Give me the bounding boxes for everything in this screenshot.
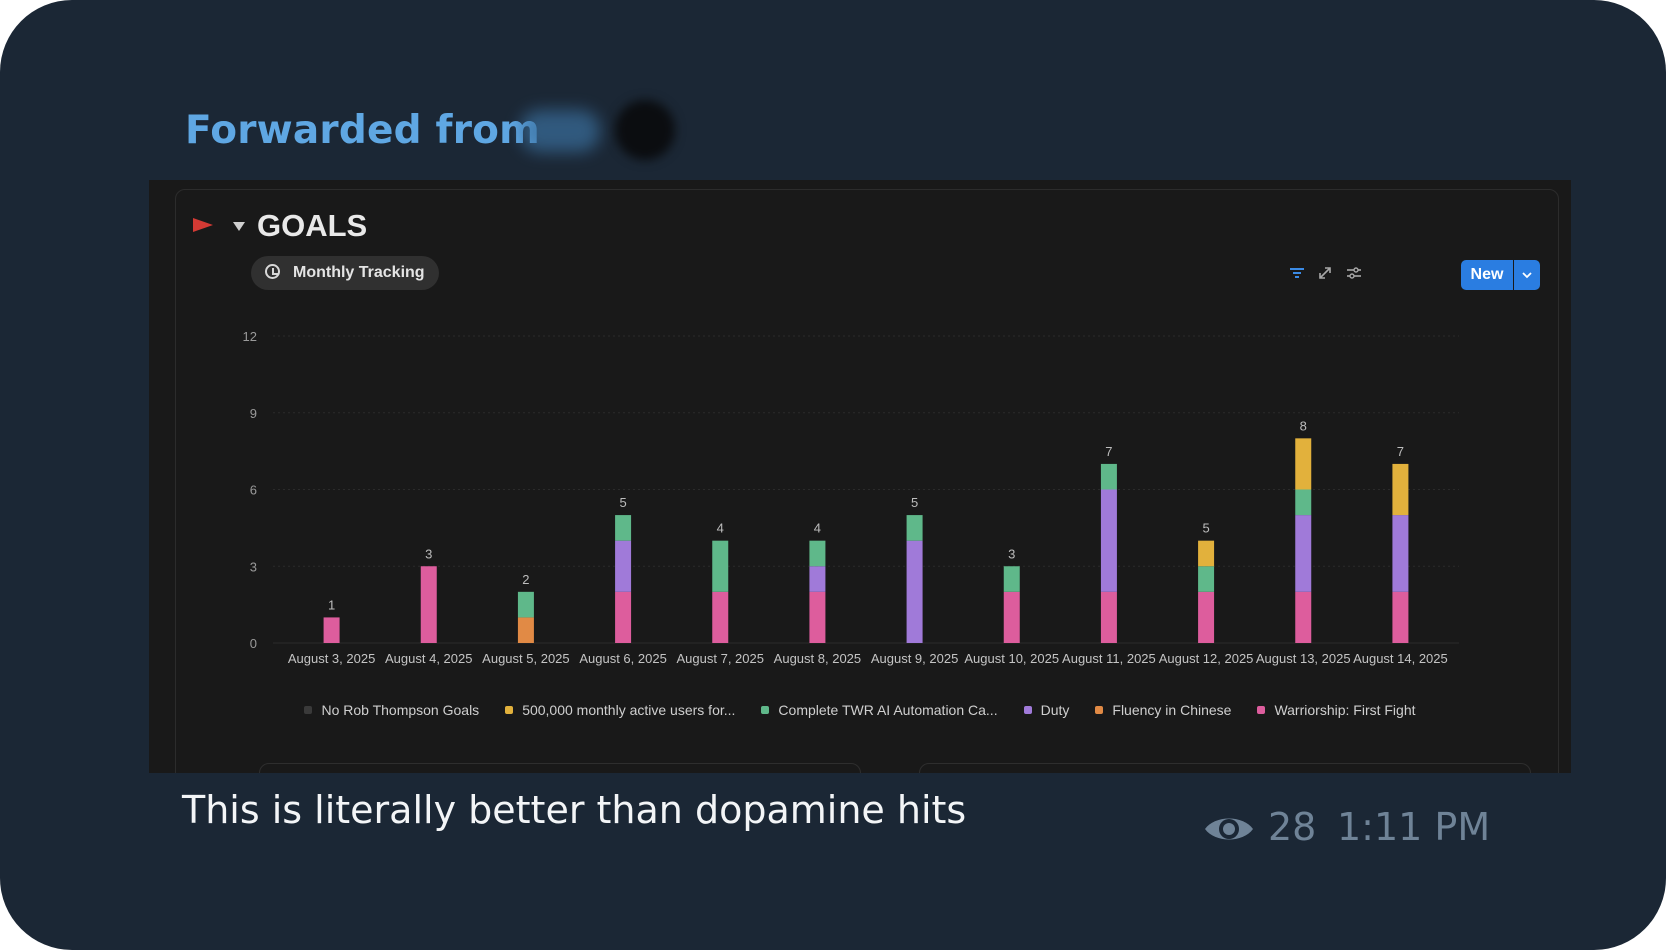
bar-segment	[809, 540, 826, 567]
avatar[interactable]	[615, 100, 675, 160]
legend-swatch	[1257, 706, 1266, 714]
forwarded-label: Forwarded from	[185, 108, 540, 153]
bar-total-label: 3	[1008, 546, 1015, 561]
bar-segment	[1100, 463, 1117, 490]
y-tick-label: 12	[243, 329, 257, 344]
bar-segment	[1003, 566, 1020, 592]
y-tick-label: 3	[250, 559, 257, 574]
legend-label: Duty	[1040, 702, 1070, 718]
card-placeholder	[919, 763, 1531, 773]
bar-total-label: 7	[1397, 444, 1404, 459]
legend-swatch	[1095, 706, 1104, 714]
card-placeholder	[259, 763, 861, 773]
bar-segment	[1198, 540, 1215, 567]
y-tick-label: 9	[250, 406, 257, 421]
y-tick-label: 0	[250, 636, 257, 651]
legend-swatch	[1023, 706, 1032, 714]
x-tick-label: August 14, 2025	[1353, 651, 1448, 666]
bar-segment	[1392, 463, 1409, 516]
x-tick-label: August 11, 2025	[1062, 651, 1156, 666]
bar-total-label: 5	[1202, 521, 1209, 536]
legend-item: No Rob Thompson Goals	[304, 702, 479, 718]
bar-total-label: 8	[1300, 418, 1307, 433]
message-caption: This is literally better than dopamine h…	[182, 788, 967, 832]
legend-label: Complete TWR AI Automation Ca...	[778, 702, 998, 718]
bar-segment	[615, 515, 632, 541]
bar-segment	[615, 540, 632, 592]
bar-segment	[1295, 438, 1312, 490]
bar-segment	[906, 540, 923, 643]
bar-segment	[1295, 515, 1312, 592]
x-tick-label: August 12, 2025	[1159, 651, 1254, 666]
bar-segment	[712, 540, 729, 592]
legend-item: Fluency in Chinese	[1095, 702, 1231, 718]
bar-segment	[1295, 489, 1312, 516]
y-tick-label: 6	[250, 483, 257, 498]
legend-label: 500,000 monthly active users for...	[522, 702, 736, 718]
bar-segment	[712, 591, 729, 643]
chart-legend: No Rob Thompson Goals 500,000 monthly act…	[149, 700, 1571, 719]
legend-item: Warriorship: First Fight	[1257, 702, 1416, 718]
legend-item: Complete TWR AI Automation Ca...	[761, 702, 998, 718]
legend-label: Warriorship: First Fight	[1274, 702, 1416, 718]
bar-segment	[1100, 489, 1117, 592]
legend-label: Fluency in Chinese	[1112, 702, 1232, 718]
legend-swatch	[304, 706, 313, 714]
view-count: 28	[1268, 805, 1317, 849]
legend-item: Duty	[1023, 702, 1070, 718]
legend-swatch	[761, 706, 770, 714]
x-tick-label: August 3, 2025	[288, 651, 375, 666]
x-tick-label: August 8, 2025	[774, 651, 861, 666]
bar-total-label: 4	[814, 521, 821, 536]
x-tick-label: August 7, 2025	[677, 651, 764, 666]
goals-stacked-bar-chart: 0 3 6 9 12 1 August 3, 2025 3 August 4, 2025 2 Aug…	[243, 329, 1459, 666]
x-tick-label: August 5, 2025	[482, 651, 569, 666]
bar-segment	[615, 591, 632, 643]
bar-segment	[1198, 566, 1215, 592]
bar-total-label: 5	[619, 495, 626, 510]
bar-segment	[906, 515, 923, 541]
bar-total-label: 4	[717, 521, 724, 536]
screenshot-image[interactable]: GOALS Monthly Tracking New 0369121	[149, 180, 1571, 773]
bar-segment	[420, 566, 437, 643]
bar-total-label: 7	[1105, 444, 1112, 459]
bar-total-label: 5	[911, 495, 918, 510]
message-time: 1:11 PM	[1337, 805, 1491, 849]
forwarded-sender-name-blurred[interactable]	[520, 110, 600, 152]
bar-segment	[1295, 591, 1312, 643]
legend-label: No Rob Thompson Goals	[321, 702, 480, 718]
x-tick-label: August 13, 2025	[1256, 651, 1351, 666]
x-tick-label: August 9, 2025	[871, 651, 958, 666]
legend-item: 500,000 monthly active users for...	[505, 702, 735, 718]
bar-segment	[517, 617, 534, 643]
x-tick-label: August 6, 2025	[579, 651, 666, 666]
x-tick-label: August 4, 2025	[385, 651, 472, 666]
bar-total-label: 2	[522, 572, 529, 587]
bar-segment	[1003, 591, 1020, 643]
message-bubble: Forwarded from GOALS Monthly Tracking Ne…	[0, 0, 1666, 950]
eye-views-icon	[1205, 818, 1253, 840]
bar-segment	[1198, 591, 1215, 643]
bar-total-label: 1	[328, 597, 335, 612]
bar-segment	[1392, 591, 1409, 643]
bar-segment	[517, 591, 534, 618]
bar-segment	[1392, 515, 1409, 592]
legend-swatch	[505, 706, 514, 714]
bar-segment	[809, 566, 826, 592]
bar-segment	[809, 591, 826, 643]
x-tick-label: August 10, 2025	[964, 651, 1059, 666]
bar-segment	[323, 617, 340, 643]
bar-total-label: 3	[425, 546, 432, 561]
bar-segment	[1100, 591, 1117, 643]
